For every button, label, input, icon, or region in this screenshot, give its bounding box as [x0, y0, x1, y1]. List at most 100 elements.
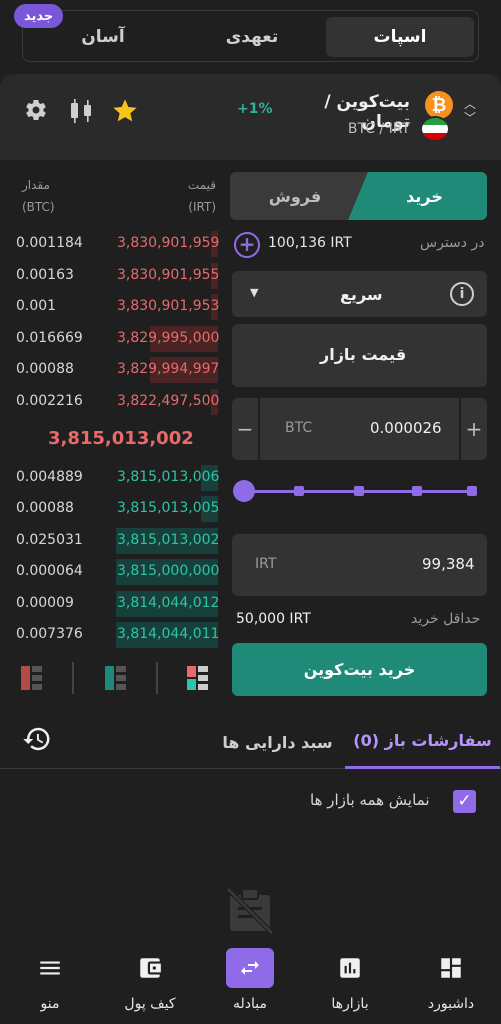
- nav-dashboard[interactable]: داشبورد: [411, 948, 491, 1012]
- view-asks-only-icon[interactable]: [20, 662, 46, 694]
- nav-exchange[interactable]: مبادله: [210, 948, 290, 1012]
- tab-portfolio[interactable]: سبد دارایی ها: [210, 715, 345, 769]
- order-type-value[interactable]: سریع: [340, 285, 383, 304]
- orderbook-bid-row[interactable]: 3,815,013,005 0.00088: [0, 494, 220, 524]
- ask-amount: 0.001184: [16, 235, 83, 251]
- history-icon[interactable]: [22, 724, 52, 758]
- trade-mode-tabs: اسپات تعهدی آسان: [22, 10, 479, 62]
- ask-price: 3,822,497,500: [117, 393, 220, 409]
- nav-menu[interactable]: منو: [10, 948, 90, 1012]
- slider-stop-75[interactable]: [412, 486, 422, 496]
- last-trade-price: 3,815,013,002: [48, 428, 194, 449]
- show-all-markets-checkbox[interactable]: ✓: [453, 790, 476, 813]
- orderbook-ask-row[interactable]: 3,830,901,953 0.001: [0, 292, 220, 322]
- ask-amount: 0.00088: [16, 361, 74, 377]
- amount-input[interactable]: [232, 398, 487, 460]
- amount-decrement-button[interactable]: −: [232, 398, 260, 460]
- divider: [156, 662, 158, 694]
- dropdown-caret-icon[interactable]: ▼: [250, 286, 258, 299]
- nav-label: مبادله: [233, 996, 267, 1012]
- slider-stop-50[interactable]: [354, 486, 364, 496]
- bid-amount: 0.004889: [16, 469, 83, 485]
- bid-price: 3,815,013,005: [117, 500, 220, 516]
- candlestick-chart-icon[interactable]: [67, 98, 95, 128]
- bid-price: 3,815,000,000: [117, 563, 220, 579]
- orderbook-amount-header: مقدار (BTC): [22, 174, 55, 218]
- favorite-star-icon[interactable]: [111, 97, 139, 129]
- markets-icon: [310, 948, 390, 988]
- ask-price: 3,829,995,000: [117, 330, 220, 346]
- amount-header-unit: (BTC): [22, 200, 55, 214]
- amount-increment-button[interactable]: +: [459, 398, 487, 460]
- slider-thumb[interactable]: [233, 480, 255, 502]
- ask-amount: 0.002216: [16, 393, 83, 409]
- orderbook-bid-row[interactable]: 3,814,044,012 0.00009: [0, 589, 220, 619]
- ask-amount: 0.001: [16, 298, 57, 314]
- tab-margin[interactable]: تعهدی: [178, 17, 326, 57]
- orderbook-bid-row[interactable]: 3,814,044,011 0.007376: [0, 620, 220, 650]
- wallet-icon: [110, 948, 190, 988]
- tab-buy[interactable]: خرید: [348, 172, 487, 220]
- price-header-unit: (IRT): [188, 200, 216, 214]
- orderbook-bid-row[interactable]: 3,815,000,000 0.000064: [0, 557, 220, 587]
- nav-label: داشبورد: [427, 996, 475, 1012]
- amount-unit: BTC: [285, 420, 313, 436]
- orderbook-ask-row[interactable]: 3,830,901,959 0.001184: [0, 229, 220, 259]
- tab-open-orders[interactable]: سفارشات باز (0): [345, 715, 500, 769]
- ask-amount: 0.016669: [16, 330, 83, 346]
- bid-amount: 0.007376: [16, 626, 83, 642]
- ask-price: 3,830,901,953: [117, 298, 220, 314]
- orderbook-bid-row[interactable]: 3,815,013,006 0.004889: [0, 463, 219, 493]
- nav-markets[interactable]: بازارها: [310, 948, 390, 1012]
- available-balance-label: در دسترس: [420, 235, 485, 251]
- bid-amount: 0.000064: [16, 563, 83, 579]
- amount-header-label: مقدار: [22, 178, 50, 192]
- market-price-label: قیمت بازار: [320, 345, 407, 364]
- info-icon[interactable]: i: [450, 282, 474, 306]
- exchange-icon: [226, 948, 274, 988]
- bitcoin-icon: ₿: [425, 91, 453, 119]
- bid-amount: 0.00088: [16, 500, 74, 516]
- nav-label: بازارها: [331, 996, 369, 1012]
- nav-label: کیف پول: [124, 996, 176, 1012]
- min-buy-value: 50,000 IRT: [236, 611, 311, 627]
- orderbook-bid-row[interactable]: 3,815,013,002 0.025031: [0, 526, 220, 556]
- divider: [72, 662, 74, 694]
- nav-wallet[interactable]: کیف پول: [110, 948, 190, 1012]
- bid-price: 3,814,044,012: [117, 595, 220, 611]
- empty-orders-icon: [222, 885, 278, 941]
- bid-price: 3,815,013,002: [117, 532, 220, 548]
- pair-selector-chevron-icon[interactable]: ︿ ﹀: [464, 97, 476, 125]
- amount-value[interactable]: 0.000026: [370, 419, 442, 437]
- total-value[interactable]: 99,384: [422, 555, 475, 573]
- nav-label: منو: [40, 996, 60, 1012]
- dashboard-icon: [411, 948, 491, 988]
- slider-stop-25[interactable]: [294, 486, 304, 496]
- slider-stop-100[interactable]: [467, 486, 477, 496]
- orderbook-ask-row[interactable]: 3,830,901,955 0.00163: [0, 261, 220, 291]
- bid-price: 3,814,044,011: [117, 626, 220, 642]
- buy-sell-tabs: فروش خرید: [230, 172, 487, 220]
- submit-buy-button[interactable]: خرید بیت‌کوین: [232, 643, 487, 696]
- ask-price: 3,829,994,997: [117, 361, 220, 377]
- ask-price: 3,830,901,959: [117, 235, 220, 251]
- view-bids-only-icon[interactable]: [104, 662, 130, 694]
- bid-amount: 0.00009: [16, 595, 74, 611]
- tab-sell[interactable]: فروش: [230, 172, 360, 220]
- orderbook-ask-row[interactable]: 3,822,497,500 0.002216: [0, 387, 220, 417]
- tab-spot[interactable]: اسپات: [326, 17, 474, 57]
- add-funds-plus-icon[interactable]: +: [234, 232, 260, 258]
- orderbook-price-header: قیمت (IRT): [170, 174, 216, 218]
- settings-icon[interactable]: [24, 98, 48, 126]
- available-balance-value: 100,136 IRT: [268, 235, 352, 251]
- orderbook-ask-row[interactable]: 3,829,995,000 0.016669: [0, 324, 220, 354]
- bid-amount: 0.025031: [16, 532, 83, 548]
- price-header-label: قیمت: [187, 178, 216, 192]
- show-all-markets-label[interactable]: نمایش همه بازار ها: [310, 791, 430, 809]
- iran-flag-icon: [420, 116, 450, 142]
- view-both-sides-icon[interactable]: [186, 662, 212, 694]
- orderbook-ask-row[interactable]: 3,829,994,997 0.00088: [0, 355, 220, 385]
- total-unit: IRT: [255, 556, 277, 572]
- ask-price: 3,830,901,955: [117, 267, 220, 283]
- min-buy-label: حداقل خرید: [411, 611, 481, 627]
